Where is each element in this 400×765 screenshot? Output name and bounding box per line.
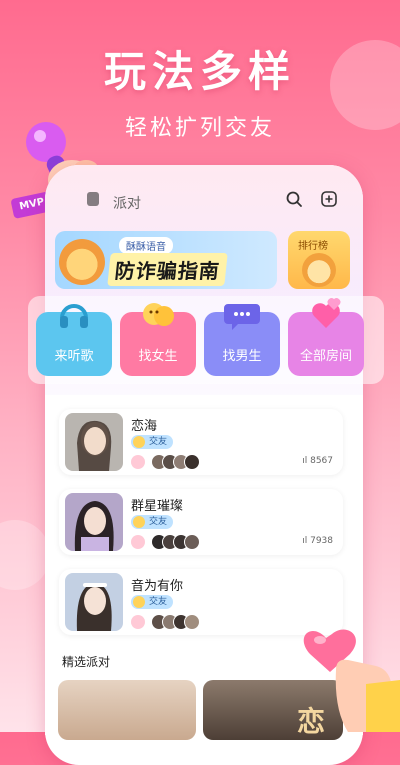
room-avatar-image (65, 573, 123, 631)
lion-mascot-icon (59, 239, 105, 285)
room-popularity-value: 7938 (310, 536, 333, 546)
hero-title: 玩法多样 (103, 47, 296, 96)
room-card[interactable]: 恋海 交友 ıl 8567 (59, 409, 343, 475)
category-label: 找男生 (222, 349, 262, 364)
room-name: 音为有你 (131, 579, 184, 594)
page-title: 派对 (113, 196, 141, 212)
back-icon[interactable] (87, 192, 99, 206)
smile-icon (133, 436, 145, 448)
banner-headline: 防诈骗指南 (107, 253, 228, 286)
category-find-boys[interactable]: 找男生 (204, 304, 280, 376)
avatar (184, 614, 200, 630)
leaderboard-card[interactable]: 排行榜 (288, 231, 350, 289)
room-tag: 交友 (131, 515, 174, 529)
popularity-icon: ıl (302, 456, 311, 466)
room-card[interactable]: 群星璀璨 交友 ıl 7938 (59, 489, 343, 555)
room-popularity: ıl 8567 (302, 456, 333, 466)
decor-bubble (0, 520, 50, 590)
room-name: 恋海 (131, 419, 158, 434)
avatar (184, 534, 200, 550)
room-avatar-image (65, 413, 123, 471)
category-label: 全部房间 (299, 349, 352, 364)
hand-heart-illustration (303, 629, 400, 732)
category-label: 找女生 (138, 349, 178, 364)
featured-party-card[interactable] (58, 680, 196, 740)
leaderboard-label: 排行榜 (298, 241, 328, 252)
add-room-icon[interactable] (320, 190, 338, 208)
heart-badge-icon (131, 455, 145, 469)
popularity-icon: ıl (302, 536, 311, 546)
featured-section-title: 精选派对 (62, 655, 111, 669)
category-find-girls[interactable]: 找女生 (120, 303, 196, 376)
emoji-faces-icon (143, 303, 174, 326)
room-tag: 交友 (131, 435, 174, 449)
avatar (184, 454, 200, 470)
room-popularity-value: 8567 (310, 456, 333, 466)
hearts-icon (312, 298, 341, 328)
heart-badge-icon (131, 615, 145, 629)
smile-icon (133, 596, 145, 608)
search-icon[interactable] (285, 190, 303, 208)
room-avatar-image (65, 493, 123, 551)
headphones-icon (60, 304, 88, 328)
room-tag: 交友 (131, 595, 174, 609)
banner-brand: 酥酥语音 (119, 237, 173, 254)
category-listen-music[interactable]: 来听歌 (36, 304, 112, 376)
room-tag-label: 交友 (149, 437, 168, 447)
room-name: 群星璀璨 (131, 499, 184, 514)
room-tag-label: 交友 (149, 597, 168, 607)
chat-bubble-icon (224, 304, 260, 330)
smile-icon (133, 516, 145, 528)
room-tag-label: 交友 (149, 517, 168, 527)
lion-mascot-icon (302, 253, 336, 287)
category-label: 来听歌 (54, 349, 94, 364)
anti-fraud-banner[interactable]: 酥酥语音 防诈骗指南 (55, 231, 277, 289)
heart-badge-icon (131, 535, 145, 549)
room-popularity: ıl 7938 (302, 536, 333, 546)
category-all-rooms[interactable]: 全部房间 (288, 298, 364, 376)
